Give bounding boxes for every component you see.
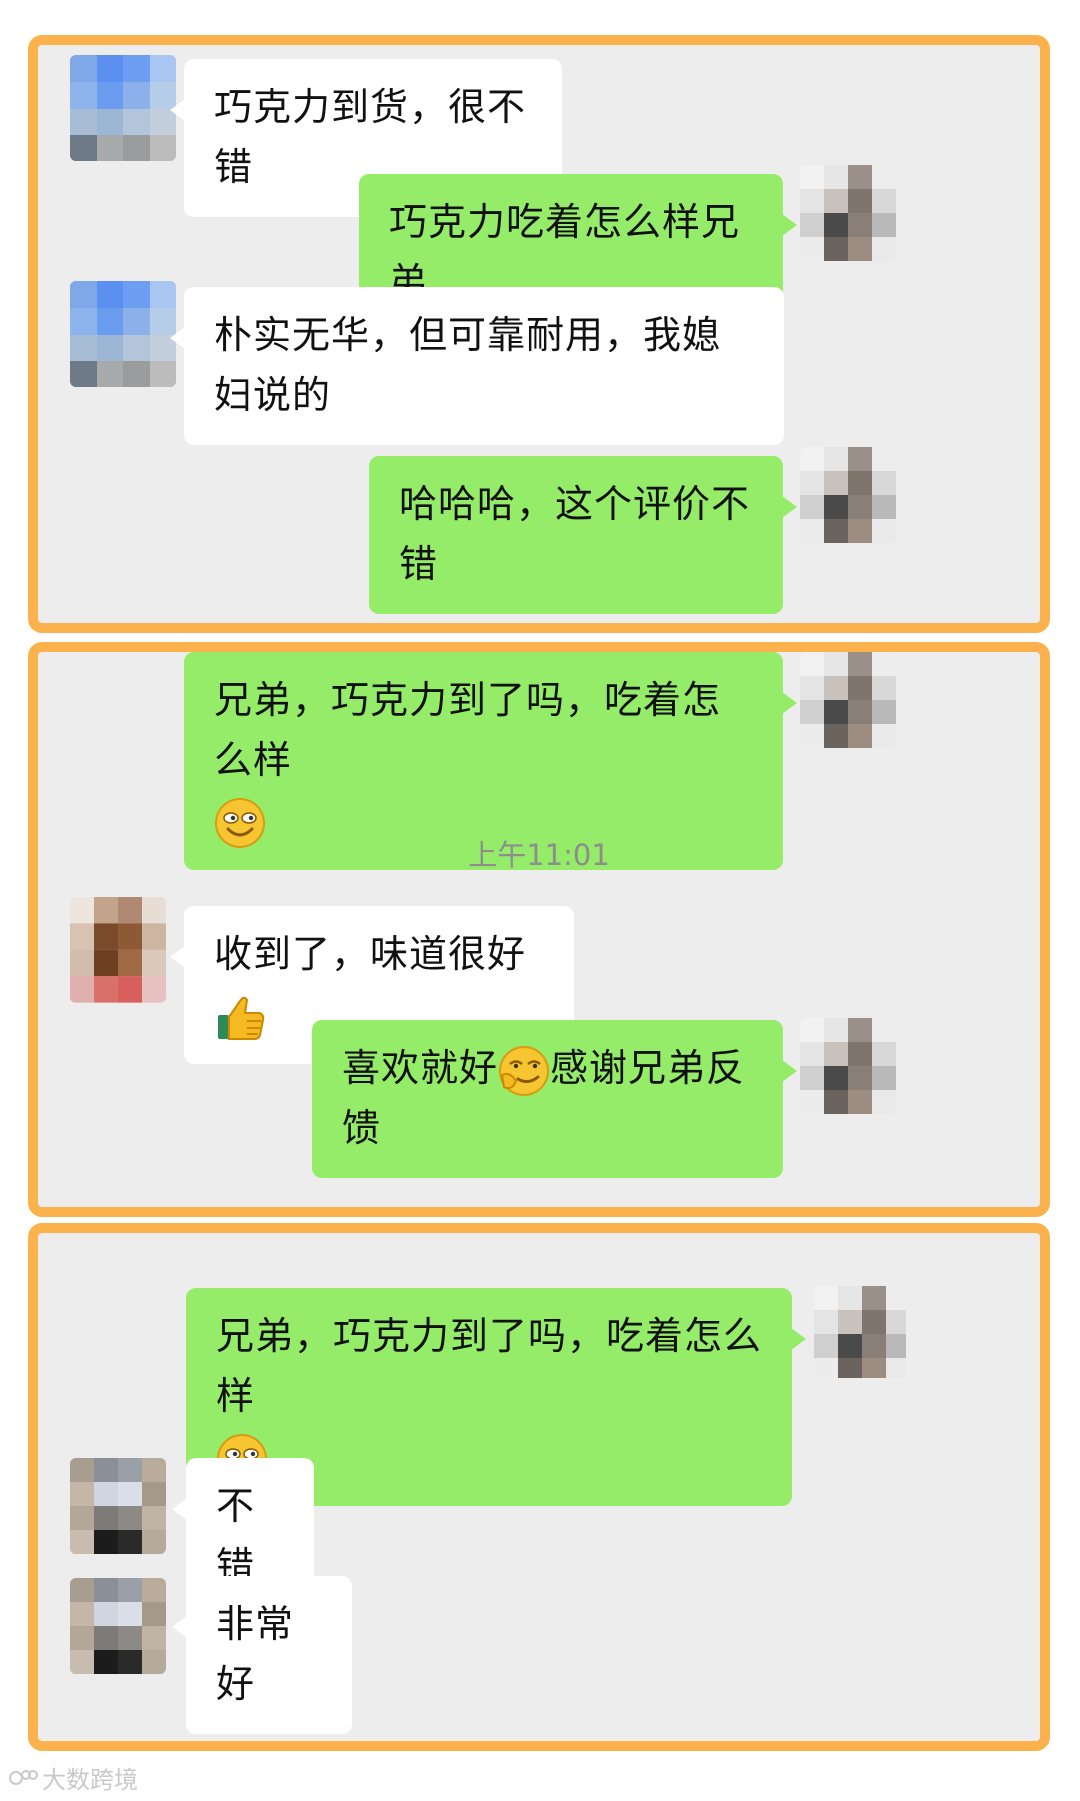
outgoing-message-bubble[interactable]: 喜欢就好 感谢兄弟反馈	[312, 1020, 797, 1178]
outgoing-message-bubble[interactable]: 哈哈哈，这个评价不错	[369, 456, 797, 614]
own-avatar[interactable]	[800, 1018, 896, 1114]
chat-panel-2: 兄弟，巧克力到了吗，吃着怎么样 上午11:01 收到了，味道很好 喜欢就好 感谢兄…	[28, 642, 1050, 1217]
watermark-text: 大数跨境	[42, 1766, 138, 1794]
incoming-message-bubble[interactable]: 朴实无华，但可靠耐用，我媳妇说的	[170, 287, 784, 445]
watermark-logo-icon	[8, 1767, 38, 1795]
message-text: 非常好	[216, 1602, 295, 1706]
avatar-image	[800, 165, 896, 261]
message-text: 兄弟，巧克力到了吗，吃着怎么样	[214, 678, 722, 782]
avatar-image	[800, 652, 896, 748]
avatar-image	[70, 1458, 166, 1554]
message-text: 兄弟，巧克力到了吗，吃着怎么样	[216, 1314, 763, 1418]
avatar-image	[814, 1286, 906, 1378]
avatar-image	[70, 1578, 166, 1674]
message-text: 哈哈哈，这个评价不错	[399, 482, 751, 586]
message-timestamp: 上午11:01	[468, 838, 610, 872]
avatar-image	[800, 1018, 896, 1114]
thumbs-up-emoji	[214, 991, 266, 1043]
contact-avatar[interactable]	[70, 281, 176, 387]
contact-avatar[interactable]	[70, 1458, 166, 1554]
contact-avatar[interactable]	[70, 897, 166, 1003]
contact-avatar[interactable]	[70, 1578, 166, 1674]
avatar-image	[70, 281, 176, 387]
message-text: 不错	[216, 1484, 256, 1588]
message-text: 喜欢就好	[342, 1046, 499, 1090]
chat-panel-1: 巧克力到货，很不错 巧克力吃着怎么样兄弟 朴实无华，但可靠耐用，我媳妇说的 哈哈…	[28, 35, 1050, 633]
contact-avatar[interactable]	[70, 55, 176, 161]
own-avatar[interactable]	[800, 165, 896, 261]
avatar-image	[70, 897, 166, 1003]
own-avatar[interactable]	[814, 1286, 906, 1378]
own-avatar[interactable]	[800, 447, 896, 543]
incoming-message-bubble[interactable]: 非常好	[172, 1576, 352, 1734]
watermark: 大数跨境	[8, 1760, 138, 1795]
smirk-emoji	[498, 1045, 550, 1097]
avatar-image	[800, 447, 896, 543]
message-text: 收到了，味道很好	[214, 932, 527, 976]
own-avatar[interactable]	[800, 652, 896, 748]
message-text: 朴实无华，但可靠耐用，我媳妇说的	[214, 313, 722, 417]
chat-panel-3: 兄弟，巧克力到了吗，吃着怎么样 不错 非常好	[28, 1223, 1050, 1751]
avatar-image	[70, 55, 176, 161]
